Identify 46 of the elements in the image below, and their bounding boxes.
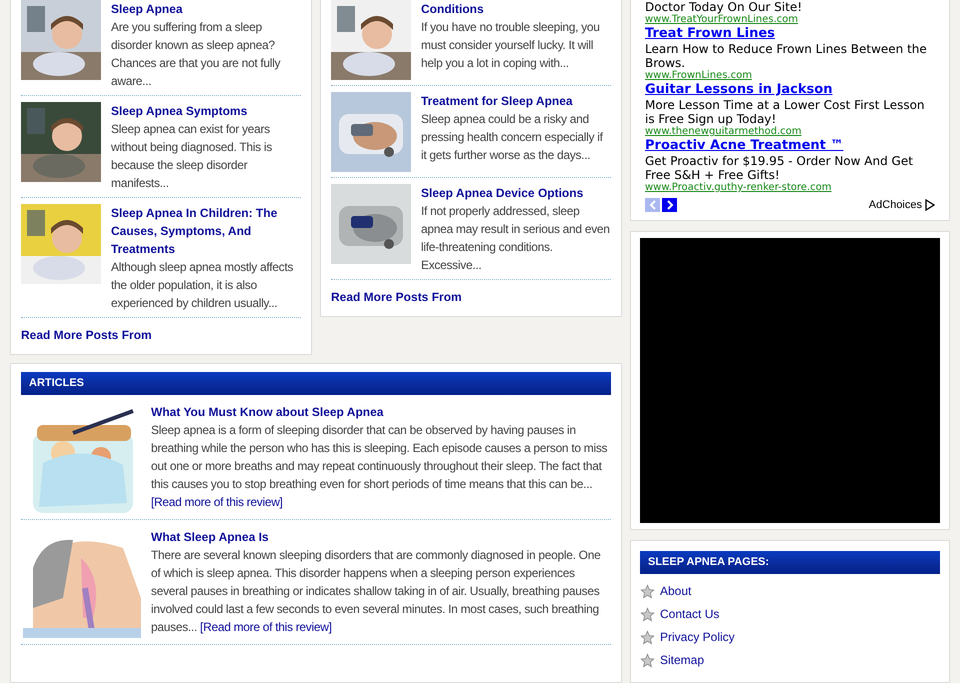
article-excerpt: There are several known sleeping disorders that are commonly diagnosed in people. One of which is sleep apnea. This disorder happens when a sleeping person experiences several pauses in breathing or indicates shallow taking in of air. Usually, breathing pauses involved could last a few seconds to even several minutes. In most cases, such breathing pauses... [Read more of this review] bbox=[151, 547, 602, 636]
ad-text: Doctor Today On Our Site! bbox=[645, 0, 804, 14]
post-title[interactable]: Sleep Apnea bbox=[111, 0, 301, 18]
section-header: ARTICLES bbox=[21, 372, 611, 395]
ad-text: More Lesson Time at a Lower Cost First Lesson is Free Sign up Today! bbox=[645, 98, 926, 126]
page-link[interactable]: Privacy Policy bbox=[640, 626, 940, 649]
next-button[interactable] bbox=[662, 198, 677, 212]
chevron-right-icon bbox=[666, 200, 674, 210]
post-excerpt: Although sleep apnea mostly affects the older population, it is also experienced by children usually... bbox=[111, 259, 294, 312]
read-more-link[interactable]: Read More Posts From bbox=[21, 324, 301, 344]
star-icon bbox=[640, 584, 655, 599]
post-excerpt: Sleep apnea can exist for years without being diagnosed. This is because the sleep disorder manifests... bbox=[111, 121, 273, 192]
article-title[interactable]: What Sleep Apnea Is bbox=[151, 528, 611, 546]
play-icon bbox=[925, 199, 935, 211]
article-title[interactable]: What You Must Know about Sleep Apnea bbox=[151, 403, 611, 421]
post-title[interactable]: Sleep Apnea Device Options bbox=[421, 184, 611, 202]
post-excerpt: Sleep apnea could be a risky and pressing health concern especially if it gets further worse as the days... bbox=[421, 111, 604, 164]
ad-url[interactable]: www.Proactiv.guthy-renker-store.com bbox=[645, 182, 935, 194]
ad-title[interactable]: Guitar Lessons in Jackson bbox=[645, 82, 935, 98]
post-title[interactable]: Treatment for Sleep Apnea bbox=[421, 92, 611, 110]
page-link[interactable]: Sitemap bbox=[640, 649, 940, 672]
ad-url[interactable]: www.FrownLines.com bbox=[645, 70, 935, 82]
page-link[interactable]: About bbox=[640, 580, 940, 603]
article-excerpt: Sleep apnea is a form of sleeping disorder that can be observed by having pauses in breathing while the person who has this is sleeping. Each episode causes a person to miss out one or more breaths and may repeat continuously throughout their sleep. The fact that this causes you to stop breathing even for short periods of time means that this can be... [Read more of this review] bbox=[151, 422, 608, 511]
ad-title[interactable]: Proactiv Acne Treatment ™ bbox=[645, 138, 935, 154]
post-title[interactable]: Sleep Apnea In Children: The Causes, Symptoms, And Treatments bbox=[111, 204, 301, 258]
star-icon bbox=[640, 630, 655, 645]
star-icon bbox=[640, 607, 655, 622]
ad-title[interactable]: Treat Frown Lines bbox=[645, 26, 935, 42]
adchoices-label[interactable]: AdChoices bbox=[868, 199, 922, 211]
post-title[interactable]: Sleep Apnea Symptoms bbox=[111, 102, 301, 120]
post-excerpt: If not properly addressed, sleep apnea may result in serious and even life-threatening conditions. Excessive... bbox=[421, 203, 611, 274]
post-title[interactable]: Conditions bbox=[421, 0, 611, 18]
ad-text: Learn How to Reduce Frown Lines Between the Brows. bbox=[645, 42, 928, 70]
read-more-link[interactable]: Read More Posts From bbox=[331, 286, 611, 306]
read-more-link[interactable]: [Read more of this review] bbox=[200, 620, 332, 634]
post-excerpt: Are you suffering from a sleep disorder known as sleep apnea? Chances are that you are not fully aware... bbox=[111, 19, 282, 90]
chevron-left-icon bbox=[648, 200, 656, 210]
page-link[interactable]: Contact Us bbox=[640, 603, 940, 626]
ad-url[interactable]: www.TreatYourFrownLines.com bbox=[645, 14, 935, 26]
star-icon bbox=[640, 653, 655, 668]
ad-url[interactable]: www.thenewguitarmethod.com bbox=[645, 126, 935, 138]
post-excerpt: If you have no trouble sleeping, you must consider yourself lucky. It will help you a lot in coping with... bbox=[421, 19, 601, 72]
section-header: SLEEP APNEA PAGES: bbox=[640, 551, 940, 574]
read-more-link[interactable]: [Read more of this review] bbox=[151, 495, 283, 509]
ad-text: Get Proactiv for $19.95 - Order Now And Get Free S&H + Free Gifts! bbox=[645, 154, 914, 182]
